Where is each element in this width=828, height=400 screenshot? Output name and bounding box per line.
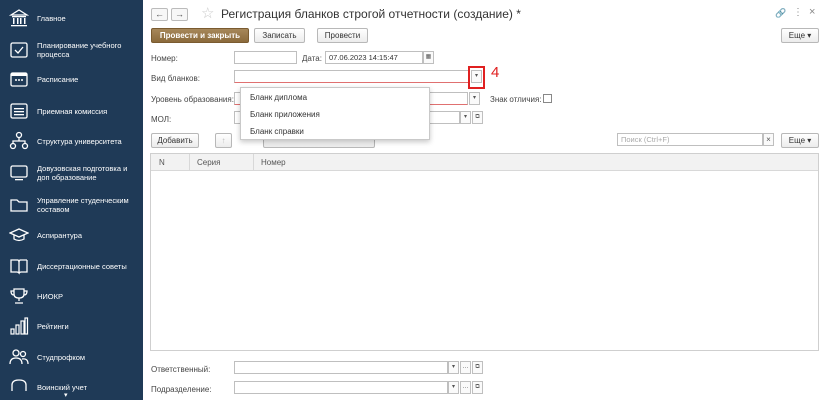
sidebar-item-label: Аспирантура — [37, 231, 83, 240]
forward-button[interactable]: → — [171, 8, 188, 21]
mol-dropdown-button[interactable]: ▾ — [460, 111, 471, 124]
save-button[interactable]: Записать — [254, 28, 305, 43]
bar-chart-icon — [9, 316, 29, 336]
sidebar-item-main[interactable]: Главное — [0, 8, 143, 28]
sidebar-item-military[interactable]: Воинский учет — [0, 377, 143, 397]
move-up-button[interactable]: ↑ — [215, 133, 232, 148]
sidebar-item-label: НИОКР — [37, 292, 64, 301]
department-label: Подразделение: — [151, 385, 212, 394]
date-field[interactable]: 07.06.2023 14:15:47 — [325, 51, 423, 64]
column-divider — [253, 154, 254, 171]
search-clear-icon[interactable]: × — [763, 133, 774, 146]
sidebar-item-dissertation[interactable]: Диссертационные советы — [0, 256, 143, 276]
table-more-button[interactable]: Еще ▾ — [781, 133, 819, 148]
sidebar-item-niokr[interactable]: НИОКР — [0, 286, 143, 306]
responsible-label: Ответственный: — [151, 365, 211, 374]
mol-open-icon[interactable]: ⧉ — [472, 111, 483, 124]
more-actions-icon[interactable]: ⋮ — [793, 7, 803, 18]
mol-label: МОЛ: — [151, 115, 172, 124]
main-panel: ← → ☆ Регистрация бланков строгой отчетн… — [143, 0, 828, 400]
table-header: N Серия Номер — [151, 154, 818, 171]
shield-icon — [9, 377, 29, 397]
dropdown-option-diploma[interactable]: Бланк диплома — [250, 93, 307, 102]
sidebar-item-students[interactable]: Управление студенческим составом — [0, 194, 143, 216]
sidebar-item-pre-university[interactable]: Довузовская подготовка и доп образование — [0, 162, 143, 184]
search-input[interactable]: Поиск (Ctrl+F) — [617, 133, 763, 146]
sidebar-item-structure[interactable]: Структура университета — [0, 131, 143, 151]
department-select-button[interactable]: … — [460, 381, 471, 394]
responsible-dropdown-button[interactable]: ▾ — [448, 361, 459, 374]
responsible-select-button[interactable]: … — [460, 361, 471, 374]
page-title: Регистрация бланков строгой отчетности (… — [221, 7, 521, 21]
sidebar-item-label: Главное — [37, 14, 66, 23]
sidebar-item-label: Планирование учебного процесса — [37, 41, 122, 59]
blank-type-label: Вид бланков: — [151, 74, 200, 83]
sidebar-item-label: Структура университета — [37, 137, 122, 146]
post-button[interactable]: Провести — [317, 28, 368, 43]
department-open-icon[interactable]: ⧉ — [472, 381, 483, 394]
blanks-table[interactable]: N Серия Номер — [150, 153, 819, 351]
step-number: 4 — [491, 64, 500, 81]
graduation-cap-icon — [9, 225, 29, 245]
sidebar-scroll-down-icon[interactable]: ▾ — [64, 391, 68, 399]
department-field[interactable] — [234, 381, 448, 394]
blank-type-dropdown-list: Бланк диплома Бланк приложения Бланк спр… — [240, 87, 430, 140]
sidebar-item-ratings[interactable]: Рейтинги — [0, 316, 143, 336]
sidebar-item-label: Управление студенческим составом — [37, 196, 129, 214]
sidebar-item-label: Воинский учет — [37, 383, 88, 392]
column-header-number[interactable]: Номер — [261, 158, 286, 167]
dropdown-option-certificate[interactable]: Бланк справки — [250, 127, 304, 136]
sidebar-item-planning[interactable]: Планирование учебного процесса — [0, 39, 143, 61]
monitor-icon — [9, 163, 29, 183]
sidebar-item-union[interactable]: Студпрофком — [0, 347, 143, 367]
responsible-open-icon[interactable]: ⧉ — [472, 361, 483, 374]
more-button[interactable]: Еще ▾ — [781, 28, 819, 43]
highlight-frame — [468, 66, 485, 89]
blank-type-field[interactable] — [234, 70, 470, 83]
number-label: Номер: — [151, 54, 178, 63]
responsible-field[interactable] — [234, 361, 448, 374]
link-icon[interactable]: 🔗 — [775, 8, 786, 19]
calendar-picker-icon[interactable]: ▦ — [423, 51, 434, 64]
department-dropdown-button[interactable]: ▾ — [448, 381, 459, 394]
sidebar-item-label: Студпрофком — [37, 353, 86, 362]
add-button[interactable]: Добавить — [151, 133, 199, 148]
trophy-icon — [9, 286, 29, 306]
back-button[interactable]: ← — [151, 8, 168, 21]
post-and-close-button[interactable]: Провести и закрыть — [151, 28, 249, 43]
sidebar-item-label: Диссертационные советы — [37, 262, 127, 271]
structure-icon — [9, 131, 29, 151]
building-icon — [9, 8, 29, 28]
distinction-label: Знак отличия: — [490, 95, 542, 104]
people-icon — [9, 347, 29, 367]
favorite-star-icon[interactable]: ☆ — [201, 4, 214, 22]
sidebar-item-label: Расписание — [37, 75, 79, 84]
sidebar-item-label: Рейтинги — [37, 322, 69, 331]
column-header-n[interactable]: N — [159, 158, 165, 167]
folder-icon — [9, 195, 29, 215]
column-header-series[interactable]: Серия — [197, 158, 220, 167]
number-field[interactable] — [234, 51, 297, 64]
distinction-checkbox[interactable] — [543, 94, 552, 103]
sidebar-item-schedule[interactable]: Расписание — [0, 69, 143, 89]
close-icon[interactable]: × — [809, 6, 815, 18]
calendar-icon — [9, 69, 29, 89]
dropdown-option-supplement[interactable]: Бланк приложения — [250, 110, 320, 119]
education-level-label: Уровень образования: — [151, 95, 234, 104]
list-icon — [9, 101, 29, 121]
sidebar-item-label: Приемная комиссия — [37, 107, 108, 116]
checklist-icon — [9, 40, 29, 60]
book-icon — [9, 256, 29, 276]
sidebar: Главное Планирование учебного процесса Р… — [0, 0, 143, 400]
sidebar-item-postgraduate[interactable]: Аспирантура — [0, 225, 143, 245]
sidebar-item-label: Довузовская подготовка и доп образование — [37, 164, 128, 182]
sidebar-item-admission[interactable]: Приемная комиссия — [0, 101, 143, 121]
date-label: Дата: — [302, 54, 322, 63]
column-divider — [189, 154, 190, 171]
education-level-dropdown-button[interactable]: ▾ — [469, 92, 480, 105]
